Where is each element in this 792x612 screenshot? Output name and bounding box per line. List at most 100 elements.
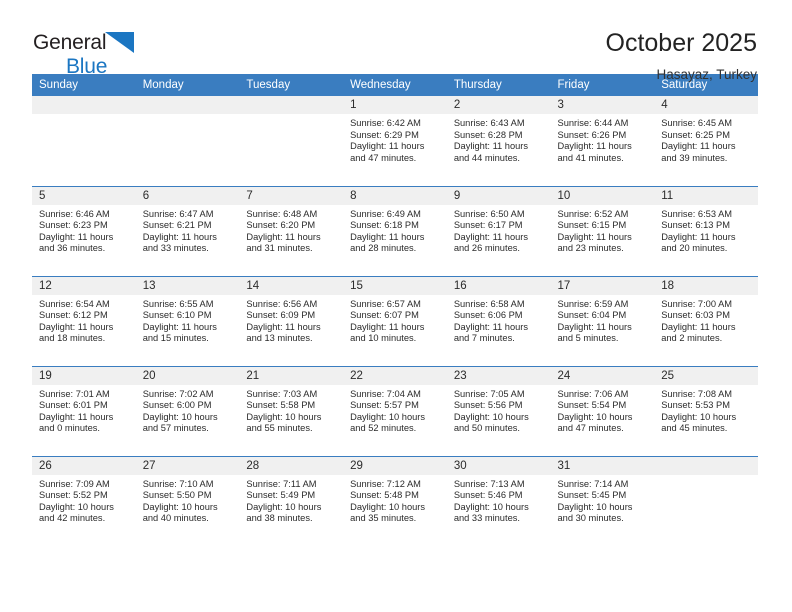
sunset-time: Sunset: 6:09 PM [246,310,316,321]
calendar-week-row: 1 Sunrise: 6:42 AM Sunset: 6:29 PM Daylight… [32,96,758,186]
calendar-day-cell[interactable]: 3 Sunrise: 6:44 AM Sunset: 6:26 PM Daylight… [550,96,655,186]
day-number: 20 [135,366,240,385]
day-details: Sunrise: 7:14 AM Sunset: 5:45 PM Daylight:… [551,475,655,525]
calendar-day-cell[interactable]: 16 Sunrise: 6:58 AM Sunset: 6:06 PM Dayligh… [446,275,551,366]
sunrise-time: Sunrise: 7:10 AM [142,478,214,489]
day-number: 25 [654,366,758,385]
day-details: Sunrise: 7:01 AM Sunset: 6:01 PM Daylight:… [32,385,136,435]
day-number: 11 [654,186,758,205]
day-details: Sunrise: 7:05 AM Sunset: 5:56 PM Daylight:… [447,385,551,435]
sunset-time: Sunset: 5:56 PM [453,400,523,411]
title-block: October 2025 Hasayaz, Turkey [606,29,758,81]
calendar-day-cell[interactable]: 1 Sunrise: 6:42 AM Sunset: 6:29 PM Daylight… [343,96,447,186]
day-number: 19 [32,366,136,385]
calendar-day-cell[interactable]: 15 Sunrise: 6:57 AM Sunset: 6:07 PM Dayligh… [343,275,447,366]
day-number: 29 [343,456,447,475]
sunset-time: Sunset: 6:07 PM [350,310,419,321]
daylight-duration-line-2: and 33 minutes. [142,243,209,254]
daylight-duration-line-1: Daylight: 10 hours [246,501,322,512]
calendar-day-cell-empty [135,96,240,186]
day-number: 14 [239,276,344,295]
calendar-day-cell[interactable]: 29 Sunrise: 7:12 AM Sunset: 5:48 PM Dayligh… [343,455,447,546]
calendar-day-cell-empty [32,96,136,186]
daylight-duration-line-1: Daylight: 11 hours [557,231,632,242]
calendar-day-cell[interactable]: 9 Sunrise: 6:50 AM Sunset: 6:17 PM Daylight… [446,185,551,276]
calendar-day-cell[interactable]: 17 Sunrise: 6:59 AM Sunset: 6:04 PM Dayligh… [550,275,655,366]
day-details: Sunrise: 6:54 AM Sunset: 6:12 PM Daylight:… [32,295,136,345]
calendar-day-cell[interactable]: 2 Sunrise: 6:43 AM Sunset: 6:28 PM Daylight… [446,96,551,186]
calendar-day-cell[interactable]: 11 Sunrise: 6:53 AM Sunset: 6:13 PM Dayligh… [654,185,758,276]
calendar-day-cell[interactable]: 26 Sunrise: 7:09 AM Sunset: 5:52 PM Dayligh… [32,455,136,546]
day-details: Sunrise: 6:59 AM Sunset: 6:04 PM Daylight:… [551,295,655,345]
day-number: 15 [343,276,447,295]
sunset-time: Sunset: 6:26 PM [557,129,627,140]
day-number: 4 [654,96,758,114]
calendar-week-row: 5 Sunrise: 6:46 AM Sunset: 6:23 PM Daylight… [32,185,758,276]
calendar-day-cell[interactable]: 21 Sunrise: 7:03 AM Sunset: 5:58 PM Dayligh… [239,365,344,456]
calendar-day-cell-empty [654,455,758,546]
calendar-table: Sunday Monday Tuesday Wednesday Thursday… [32,74,758,546]
calendar-day-cell[interactable]: 10 Sunrise: 6:52 AM Sunset: 6:15 PM Dayligh… [550,185,655,276]
calendar-day-cell[interactable]: 12 Sunrise: 6:54 AM Sunset: 6:12 PM Dayligh… [32,275,136,366]
calendar-day-cell[interactable]: 18 Sunrise: 7:00 AM Sunset: 6:03 PM Dayligh… [654,275,758,366]
sunrise-time: Sunrise: 6:56 AM [246,298,318,309]
calendar-day-cell[interactable]: 20 Sunrise: 7:02 AM Sunset: 6:00 PM Dayligh… [135,365,240,456]
daylight-duration-line-1: Daylight: 11 hours [246,231,321,242]
daylight-duration-line-1: Daylight: 10 hours [661,411,737,422]
calendar-day-cell[interactable]: 5 Sunrise: 6:46 AM Sunset: 6:23 PM Daylight… [32,185,136,276]
daylight-duration-line-2: and 45 minutes. [661,423,728,434]
daylight-duration-line-2: and 33 minutes. [453,513,520,524]
calendar-day-cell[interactable]: 14 Sunrise: 6:56 AM Sunset: 6:09 PM Dayligh… [239,275,344,366]
calendar-day-cell[interactable]: 7 Sunrise: 6:48 AM Sunset: 6:20 PM Daylight… [239,185,344,276]
daylight-duration-line-1: Daylight: 11 hours [661,141,736,152]
calendar-day-cell[interactable]: 25 Sunrise: 7:08 AM Sunset: 5:53 PM Dayligh… [654,365,758,456]
sunset-time: Sunset: 6:12 PM [39,310,108,321]
calendar-day-cell[interactable]: 30 Sunrise: 7:13 AM Sunset: 5:46 PM Dayligh… [446,455,551,546]
weekday-header-tuesday: Tuesday [239,74,344,96]
day-number [654,456,758,475]
calendar-day-cell[interactable]: 22 Sunrise: 7:04 AM Sunset: 5:57 PM Dayligh… [343,365,447,456]
calendar-day-cell[interactable]: 24 Sunrise: 7:06 AM Sunset: 5:54 PM Dayligh… [550,365,655,456]
day-details: Sunrise: 7:00 AM Sunset: 6:03 PM Daylight:… [654,295,758,345]
calendar-day-cell[interactable]: 27 Sunrise: 7:10 AM Sunset: 5:50 PM Dayligh… [135,455,240,546]
calendar-day-cell[interactable]: 6 Sunrise: 6:47 AM Sunset: 6:21 PM Daylight… [135,185,240,276]
sunset-time: Sunset: 6:10 PM [142,310,212,321]
calendar-day-cell[interactable]: 13 Sunrise: 6:55 AM Sunset: 6:10 PM Dayligh… [135,275,240,366]
sunset-time: Sunset: 6:29 PM [350,129,419,140]
day-number: 23 [446,366,551,385]
day-details: Sunrise: 7:06 AM Sunset: 5:54 PM Daylight:… [551,385,655,435]
sunset-time: Sunset: 6:28 PM [453,129,523,140]
calendar-week-row: 19 Sunrise: 7:01 AM Sunset: 6:01 PM Dayligh… [32,365,758,456]
calendar-day-cell[interactable]: 4 Sunrise: 6:45 AM Sunset: 6:25 PM Daylight… [654,96,758,186]
calendar-day-cell[interactable]: 28 Sunrise: 7:11 AM Sunset: 5:49 PM Dayligh… [239,455,344,546]
sunset-time: Sunset: 6:13 PM [661,220,730,231]
day-number: 2 [446,96,551,114]
sunrise-time: Sunrise: 6:52 AM [557,208,629,219]
calendar-day-cell[interactable]: 8 Sunrise: 6:49 AM Sunset: 6:18 PM Daylight… [343,185,447,276]
day-details: Sunrise: 6:43 AM Sunset: 6:28 PM Daylight:… [447,114,551,164]
calendar-day-cell[interactable]: 19 Sunrise: 7:01 AM Sunset: 6:01 PM Dayligh… [32,365,136,456]
calendar-page: General Blue October 2025 Hasayaz, Turke… [0,0,792,612]
day-number: 31 [550,456,655,475]
daylight-duration-line-1: Daylight: 11 hours [557,141,632,152]
daylight-duration-line-2: and 44 minutes. [453,152,520,163]
day-details: Sunrise: 7:13 AM Sunset: 5:46 PM Daylight:… [447,475,551,525]
calendar-day-cell[interactable]: 23 Sunrise: 7:05 AM Sunset: 5:56 PM Dayligh… [446,365,551,456]
daylight-duration-line-1: Daylight: 10 hours [246,411,322,422]
sunrise-time: Sunrise: 6:42 AM [350,118,421,128]
day-number: 8 [343,186,447,205]
daylight-duration-line-1: Daylight: 11 hours [661,321,736,332]
daylight-duration-line-1: Daylight: 11 hours [39,411,114,422]
sunset-time: Sunset: 5:52 PM [39,490,108,501]
calendar-day-cell[interactable]: 31 Sunrise: 7:14 AM Sunset: 5:45 PM Dayligh… [550,455,655,546]
day-number: 28 [239,456,344,475]
day-number: 13 [135,276,240,295]
day-number: 10 [550,186,655,205]
weekday-header-thursday: Thursday [446,74,551,96]
calendar-wrapper: Sunday Monday Tuesday Wednesday Thursday… [0,74,792,546]
day-number: 27 [135,456,240,475]
weekday-header-wednesday: Wednesday [343,74,447,96]
day-number: 9 [446,186,551,205]
day-details: Sunrise: 6:45 AM Sunset: 6:25 PM Daylight:… [654,114,758,164]
logo-text-general: General [33,31,107,54]
